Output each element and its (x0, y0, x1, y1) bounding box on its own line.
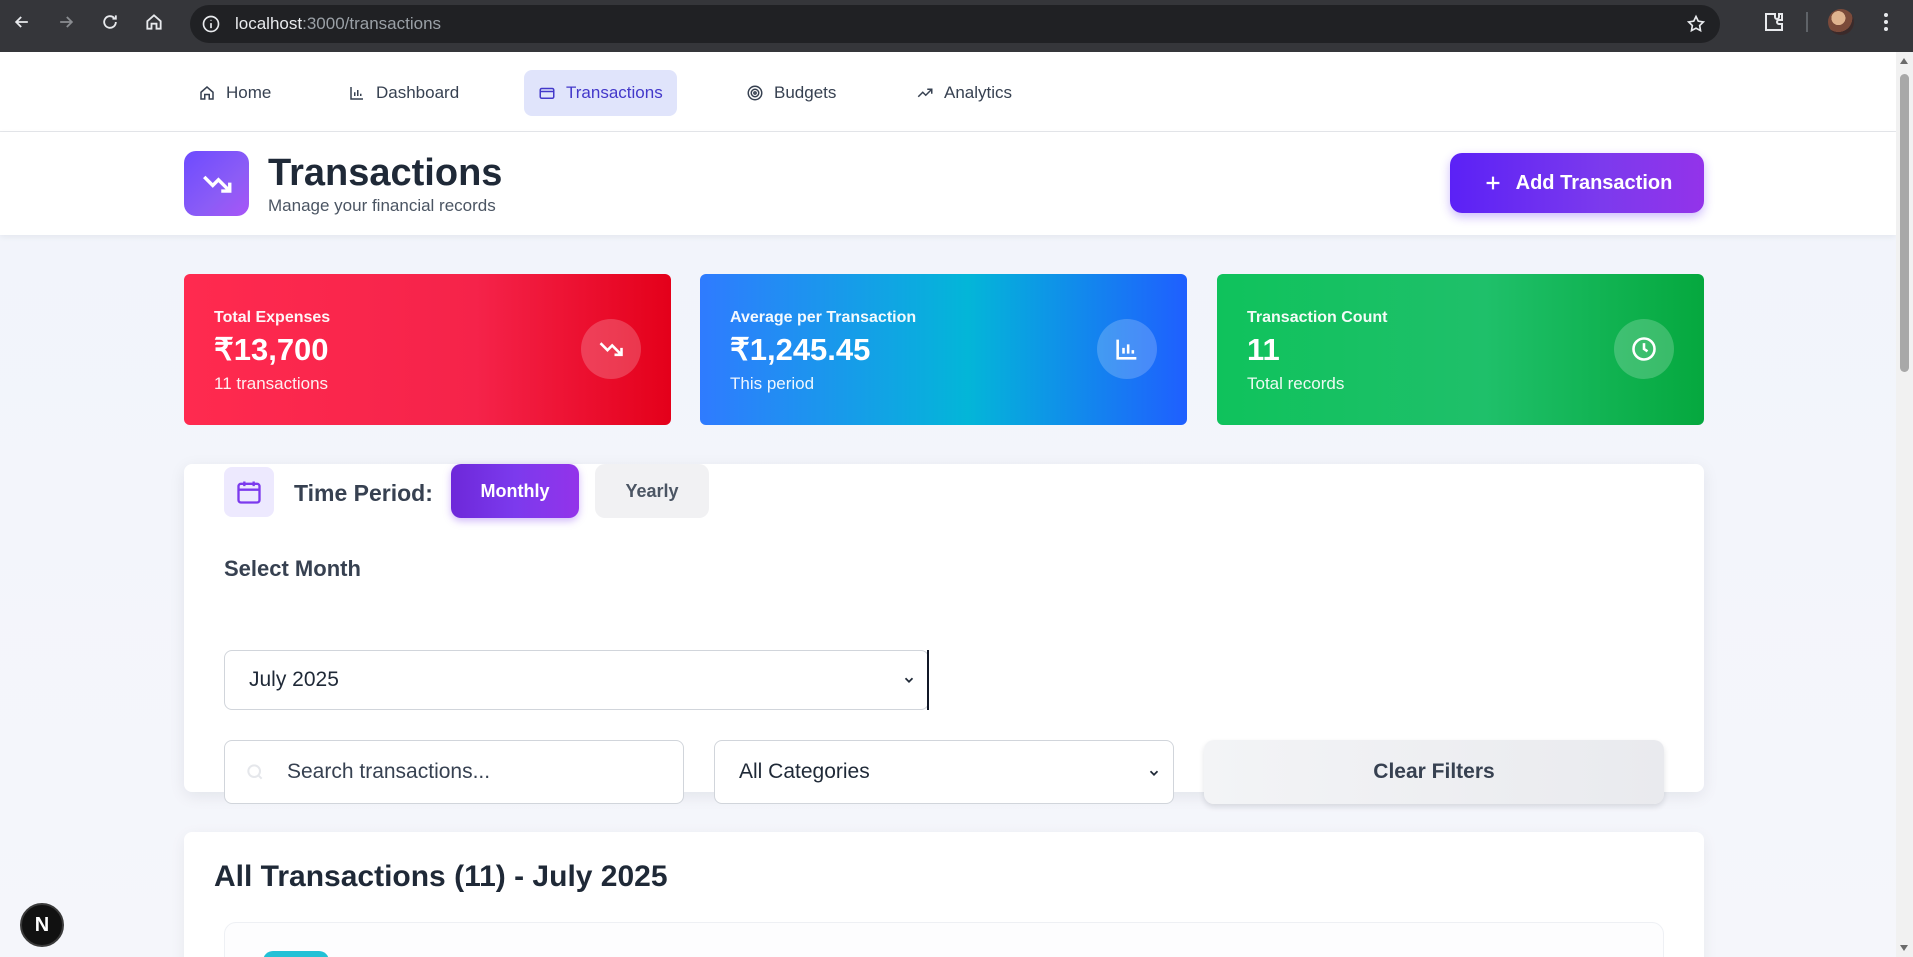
month-select[interactable]: July 2025 (224, 650, 929, 710)
nav-item-dashboard[interactable]: Dashboard (334, 70, 473, 116)
transactions-list-title: All Transactions (11) - July 2025 (214, 860, 668, 893)
trending-up-icon (917, 88, 933, 98)
page: Home Dashboard Transactions Budgets Anal… (0, 52, 1896, 957)
search-input[interactable]: Search transactions... (224, 740, 684, 804)
home-icon (200, 86, 214, 100)
search-placeholder: Search transactions... (287, 760, 491, 783)
plus-icon (1486, 176, 1500, 190)
stat-value: ₹13,700 (214, 332, 329, 367)
url-path: :3000/transactions (302, 14, 442, 33)
home-browser-icon[interactable] (132, 0, 176, 44)
transaction-item[interactable] (224, 922, 1664, 957)
stat-card-average: Average per Transaction ₹1,245.45 This p… (700, 274, 1187, 425)
stat-card-total-expenses: Total Expenses ₹13,700 11 transactions (184, 274, 671, 425)
stat-value: ₹1,245.45 (730, 332, 871, 367)
category-select[interactable]: All Categories (714, 740, 1174, 804)
bar-chart-icon (1097, 319, 1157, 379)
stat-label: Total Expenses (214, 309, 331, 326)
page-title: Transactions (268, 152, 503, 194)
category-select-value: All Categories (739, 760, 870, 783)
clear-filters-button[interactable]: Clear Filters (1204, 740, 1664, 804)
clock-icon (1614, 319, 1674, 379)
nav-label: Home (226, 83, 272, 102)
scroll-up-arrow[interactable] (1900, 58, 1908, 64)
select-month-label: Select Month (224, 556, 361, 581)
toolbar-divider (1806, 12, 1808, 32)
stat-value: 11 (1247, 332, 1280, 367)
category-badge (263, 951, 329, 957)
time-period-label: Time Period: (294, 480, 433, 506)
extensions-icon[interactable] (1762, 10, 1786, 34)
nav-label: Dashboard (376, 83, 460, 102)
forward-icon[interactable] (44, 0, 88, 44)
monthly-toggle-button[interactable]: Monthly (451, 464, 579, 518)
chevron-down-icon (1149, 770, 1159, 776)
bar-chart-icon (350, 87, 363, 100)
page-subtitle: Manage your financial records (268, 196, 496, 215)
nav-item-home[interactable]: Home (184, 70, 285, 116)
nav-label: Transactions (566, 83, 663, 102)
stat-sub: Total records (1247, 374, 1345, 393)
site-info-icon[interactable] (201, 14, 221, 34)
page-scrollbar[interactable] (1896, 52, 1913, 957)
stat-card-count: Transaction Count 11 Total records (1217, 274, 1704, 425)
nav-item-transactions[interactable]: Transactions (524, 70, 677, 116)
month-select-value: July 2025 (249, 668, 339, 691)
chevron-down-icon (904, 677, 914, 683)
nav-label: Budgets (774, 83, 837, 102)
yearly-toggle-button[interactable]: Yearly (595, 464, 709, 518)
text-cursor (927, 650, 929, 710)
filter-panel: Time Period: Monthly Yearly Select Month… (184, 464, 1704, 804)
trending-down-icon (581, 319, 641, 379)
stat-sub: 11 transactions (214, 374, 329, 393)
nav-item-budgets[interactable]: Budgets (732, 70, 850, 116)
target-icon (747, 85, 763, 101)
dev-tools-badge[interactable]: N (20, 903, 64, 947)
url-host: localhost (235, 14, 303, 33)
stat-sub: This period (730, 374, 815, 393)
nav-label: Analytics (944, 83, 1013, 102)
bookmark-star-icon[interactable] (1686, 14, 1706, 34)
browser-toolbar: localhost:3000/transactions (0, 0, 1913, 52)
reload-icon[interactable] (88, 0, 132, 44)
page-header: Transactions Manage your financial recor… (0, 132, 1896, 235)
scrollbar-thumb[interactable] (1900, 74, 1909, 372)
trending-down-icon (184, 151, 249, 216)
stat-label: Average per Transaction (730, 309, 917, 326)
credit-card-icon (539, 87, 555, 99)
add-transaction-label: Add Transaction (1515, 171, 1673, 194)
back-icon[interactable] (0, 0, 44, 44)
url-text: localhost:3000/transactions (235, 14, 441, 34)
nav-item-analytics[interactable]: Analytics (902, 70, 1026, 116)
transactions-list-panel: All Transactions (11) - July 2025 (184, 832, 1704, 957)
top-navigation: Home Dashboard Transactions Budgets Anal… (0, 52, 1896, 132)
profile-avatar[interactable] (1828, 9, 1854, 35)
search-icon (247, 764, 263, 780)
add-transaction-button[interactable]: Add Transaction (1450, 153, 1704, 213)
scroll-down-arrow[interactable] (1900, 945, 1908, 951)
calendar-icon (224, 467, 274, 517)
browser-menu-icon[interactable] (1874, 10, 1898, 34)
stat-label: Transaction Count (1247, 309, 1388, 326)
address-bar[interactable]: localhost:3000/transactions (190, 5, 1720, 43)
